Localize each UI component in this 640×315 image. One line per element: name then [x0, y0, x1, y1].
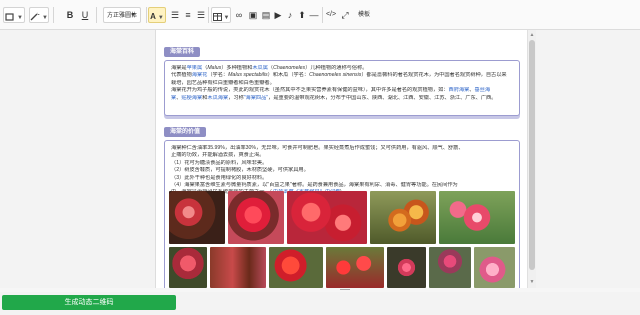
- text-run: 西府海棠: [448, 87, 470, 94]
- section-body: 海棠是苹果属（Malus）多种植物和木瓜属（Chaenomeles）几种植物的通…: [164, 60, 520, 116]
- image-icon[interactable]: ▣: [248, 7, 258, 23]
- begonia-photo-6: [169, 247, 207, 288]
- text-run: ）和木瓜（学名：: [267, 72, 310, 79]
- begonia-photo-1: [169, 191, 225, 244]
- font-family-dropdown-icon[interactable]: ▼: [128, 7, 138, 23]
- text-run: （3）此外干种也是食用绿化的良好材料。: [171, 174, 268, 181]
- text-run: Chaenomeles sinensis: [309, 72, 362, 79]
- paragraph-line: 海棠花开为鸡子般的传说，类此的观赏花木（虽然其中不乏果实营养素有保健的益味），其…: [171, 87, 513, 94]
- text-run: Malus spectabilis: [228, 72, 268, 79]
- paragraph-line: （1）花可为糖渍食品的原料，风味非美。: [171, 160, 513, 167]
- format-painter-button[interactable]: ▼: [29, 7, 49, 23]
- editor-toolbar: ▼ ▼ B U 方正雅圆体 ▼ A ▼ ☰ ≡ ☰ ▼ ∞ ▣ ▤ ▶ ♪ ⬆ —…: [0, 0, 640, 30]
- section-encyclopedia: 海棠百科 海棠是苹果属（Malus）多种植物和木瓜属（Chaenomeles）几…: [164, 40, 520, 116]
- paragraph-format-button[interactable]: ▼: [3, 7, 25, 23]
- paragraph-line: 海棠种仁含油率35.99%，出油率30%，无异味，可食并可制肥皂。果实经蒸煮后作…: [171, 145, 513, 152]
- text-run: 垂丝海: [474, 87, 491, 94]
- scroll-up-icon[interactable]: ▲: [529, 32, 535, 38]
- text-run: 苹果属: [186, 65, 203, 71]
- begonia-photo-3: [287, 191, 367, 244]
- bold-button[interactable]: B: [64, 7, 76, 23]
- text-run: ）多种植物和: [221, 65, 253, 71]
- template-label: 模板: [357, 12, 370, 18]
- magic-wand-icon: [30, 12, 41, 21]
- paragraph-line: （4）海棠果富含维生素与微量钙质素，以"百益之果"著称。是药食兼用食品，海棠果有…: [171, 182, 513, 189]
- audio-icon[interactable]: ♪: [285, 7, 295, 23]
- section-title: 海棠的价值: [164, 127, 207, 137]
- generate-qr-button[interactable]: 生成动态二维码: [2, 295, 176, 310]
- text-run: 海棠花: [191, 72, 208, 79]
- paragraph-line: （2）树皮含鞣质，可提制栲胶，木材质坚硬，可供家具用。: [171, 167, 513, 174]
- video-icon[interactable]: ▶: [273, 7, 283, 23]
- underline-button[interactable]: U: [79, 7, 91, 23]
- text-run: （1）花可为糖渍食品的原料，风味非美。: [171, 159, 268, 166]
- begonia-photo-5: [439, 191, 515, 244]
- begonia-photo-2: [228, 191, 284, 244]
- align-icon[interactable]: ☰: [196, 7, 206, 23]
- section-text: 海棠是苹果属（Malus）多种植物和木瓜属（Chaenomeles）几种植物的通…: [171, 65, 513, 102]
- section-title: 海棠百科: [164, 47, 201, 57]
- table-icon: [212, 12, 222, 21]
- text-run: （学名：: [207, 72, 229, 79]
- text-run: 海棠种仁含油率35.99%，出油率30%，无异味，可食并可制肥皂。果实经蒸煮后作…: [171, 145, 464, 151]
- text-color-icon: A: [150, 12, 156, 21]
- begonia-photo-12: [474, 247, 515, 288]
- paragraph-line: （3）此外干种也是食用绿化的良好材料。: [171, 175, 513, 182]
- upload-icon[interactable]: ⬆: [297, 7, 307, 23]
- text-color-button[interactable]: A ▼: [148, 7, 166, 23]
- image-gallery-icon[interactable]: ▤: [261, 7, 271, 23]
- begonia-photo-7: [210, 247, 266, 288]
- text-run: （4）海棠果富含维生素与微量钙质素，以"百益之果"著称。是药食兼用食品，海棠果有…: [171, 182, 458, 189]
- text-run: 止痛的功效，并能解酒去痰，爽食止渴。: [171, 152, 265, 159]
- scroll-thumb[interactable]: [529, 40, 535, 270]
- text-run: 木瓜海棠: [207, 94, 229, 101]
- text-run: ）几种植物的通称与俗称。: [305, 65, 368, 71]
- scroll-down-icon[interactable]: ▼: [529, 279, 535, 285]
- template-button[interactable]: 模板: [354, 7, 374, 23]
- paragraph-line: 海棠是苹果属（Malus）多种植物和木瓜属（Chaenomeles）几种植物的通…: [171, 65, 513, 72]
- unordered-list-icon[interactable]: ☰: [170, 7, 180, 23]
- text-run: 海棠是: [171, 65, 187, 71]
- text-run: "海棠四品": [243, 94, 269, 101]
- text-run: ）都是蔷薇科的著名观赏花木，为中国著名观赏树种，自古以来: [361, 72, 507, 79]
- text-run: ，习称: [228, 94, 244, 101]
- editor-scrollbar[interactable]: ▲ ▼: [527, 30, 536, 288]
- text-run: ，是重要的温带观花树木，分布于中国山东、陕西、湖北、江西、安徽、江苏、浙江、广东…: [268, 94, 497, 101]
- begonia-photo-11: [429, 247, 471, 288]
- text-run: Chaenomeles: [273, 65, 306, 71]
- document-canvas[interactable]: 海棠百科 海棠是苹果属（Malus）多种植物和木瓜属（Chaenomeles）几…: [155, 30, 530, 288]
- text-run: （2）树皮含鞣质，可提制栲胶，木材质坚硬，可供家具用。: [171, 167, 309, 174]
- text-run: 木瓜属: [252, 65, 268, 71]
- text-run: 栽培，园艺品种有红白重瓣者和白色重瓣者。: [171, 79, 275, 86]
- paragraph-line: 止痛的功效，并能解酒去痰，爽食止渴。: [171, 152, 513, 159]
- begonia-photo-10: [387, 247, 426, 288]
- begonia-photo-8: [269, 247, 323, 288]
- paragraph-line: 栽培，园艺品种有红白重瓣者和白色重瓣者。: [171, 80, 513, 87]
- link-icon[interactable]: ∞: [234, 7, 244, 23]
- text-run: 代表植物: [171, 72, 192, 79]
- source-code-icon[interactable]: </>: [325, 7, 337, 23]
- text-run: Malus: [207, 65, 222, 71]
- gear-icon: [5, 13, 14, 21]
- ordered-list-icon[interactable]: ≡: [183, 7, 193, 23]
- paragraph-line: 代表植物海棠花（学名：Malus spectabilis）和木瓜（学名：Chae…: [171, 72, 513, 79]
- table-button[interactable]: ▼: [211, 7, 231, 23]
- fullscreen-icon[interactable]: ⤢: [340, 7, 350, 23]
- text-run: 海棠花开为鸡子般的传说，类此的观赏花木（虽然其中不乏果实营养素有保健的益味），其…: [171, 87, 449, 94]
- horizontal-rule-icon[interactable]: —: [309, 7, 319, 23]
- paragraph-line: 棠、贴梗海棠和木瓜海棠，习称"海棠四品"，是重要的温带观花树木，分布于中国山东、…: [171, 95, 513, 102]
- text-run: 贴梗海棠: [181, 94, 203, 101]
- begonia-photo-4: [370, 191, 436, 244]
- section-text: 海棠种仁含油率35.99%，出油率30%，无异味，可食并可制肥皂。果实经蒸煮后作…: [171, 145, 513, 197]
- begonia-photo-9: [326, 247, 384, 288]
